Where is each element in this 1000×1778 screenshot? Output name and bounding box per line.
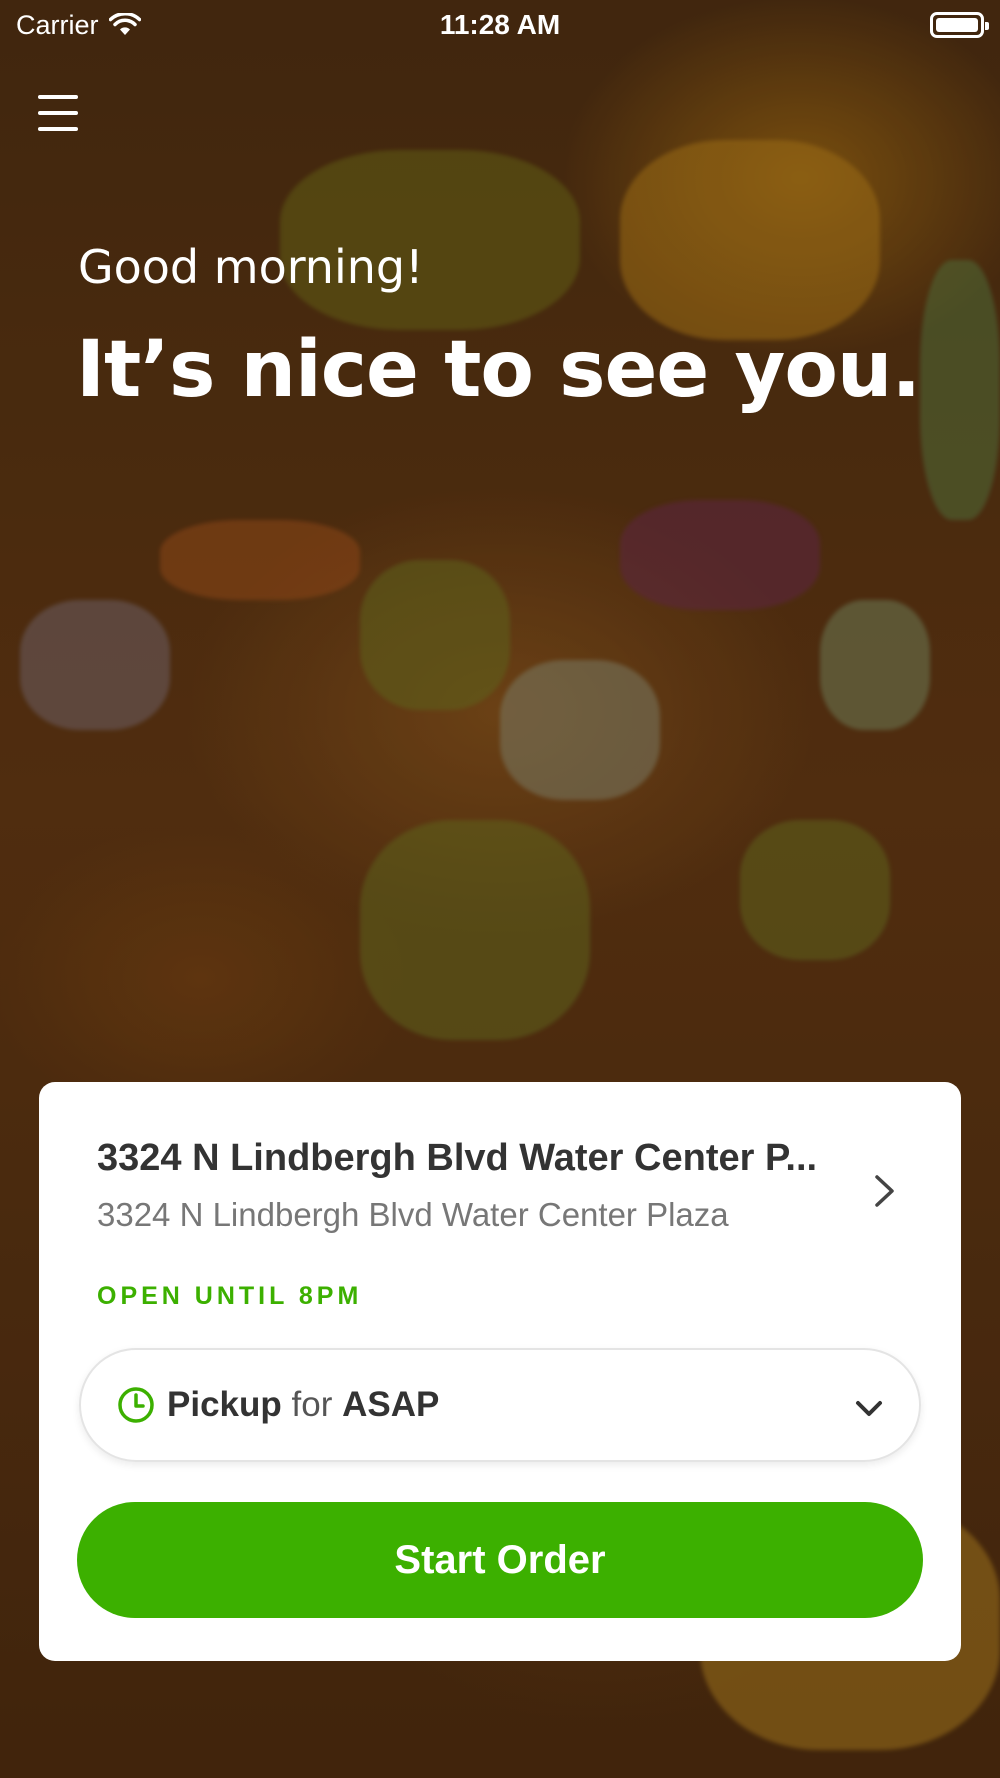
battery-icon bbox=[929, 12, 989, 38]
location-title: 3324 N Lindbergh Blvd Water Center P... bbox=[97, 1137, 818, 1179]
pickup-summary: Pickup for ASAP bbox=[167, 1385, 439, 1425]
hamburger-menu-icon[interactable] bbox=[38, 95, 78, 131]
open-status-label: OPEN UNTIL 8PM bbox=[97, 1282, 363, 1310]
location-address: 3324 N Lindbergh Blvd Water Center Plaza bbox=[97, 1196, 729, 1233]
chevron-right-icon[interactable] bbox=[867, 1174, 901, 1208]
pickup-mode: Pickup bbox=[167, 1385, 282, 1424]
carrier-label: Carrier bbox=[16, 9, 99, 40]
status-bar: Carrier 11:28 AM bbox=[0, 0, 1000, 50]
pickup-time: ASAP bbox=[342, 1385, 440, 1424]
welcome-headline: It’s nice to see you. bbox=[76, 325, 921, 415]
greeting-text: Good morning! bbox=[78, 240, 424, 294]
status-battery-group bbox=[784, 12, 989, 38]
location-card: 3324 N Lindbergh Blvd Water Center P... … bbox=[39, 1082, 961, 1661]
status-time: 11:28 AM bbox=[439, 9, 561, 40]
status-carrier-group: Carrier bbox=[16, 10, 216, 41]
pickup-time-selector[interactable]: Pickup for ASAP bbox=[79, 1348, 921, 1462]
wifi-icon bbox=[108, 13, 141, 35]
menu-line-middle bbox=[38, 111, 78, 115]
location-selector[interactable]: 3324 N Lindbergh Blvd Water Center P... … bbox=[97, 1137, 857, 1234]
chevron-down-icon bbox=[856, 1401, 882, 1416]
menu-line-top bbox=[38, 95, 78, 99]
menu-line-bottom bbox=[38, 127, 78, 131]
start-order-button[interactable]: Start Order bbox=[77, 1502, 923, 1618]
pickup-connector: for bbox=[291, 1385, 333, 1424]
battery-level bbox=[935, 18, 978, 32]
clock-icon bbox=[118, 1387, 154, 1423]
